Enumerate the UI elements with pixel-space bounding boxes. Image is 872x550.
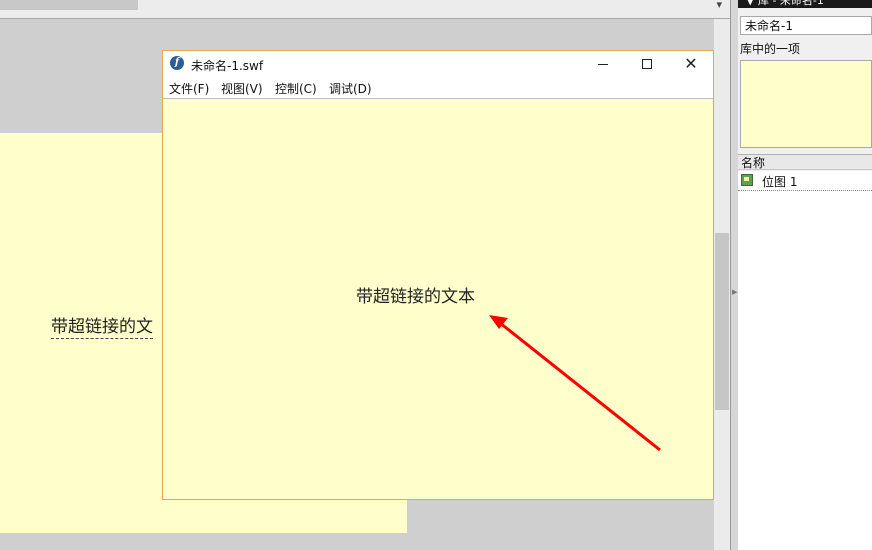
menu-file[interactable]: 文件(F) <box>169 80 209 97</box>
scrollbar-thumb[interactable] <box>715 233 729 410</box>
library-item[interactable]: 位图 1 <box>738 171 872 191</box>
minimize-button[interactable] <box>581 51 625 78</box>
stage-hyperlink-text[interactable]: 带超链接的文 <box>51 316 153 339</box>
library-item-count: 库中的一项 <box>740 42 801 56</box>
library-panel: ▼ 库 - 未命名-1 未命名-1 库中的一项 名称 位图 1 <box>738 0 872 550</box>
maximize-button[interactable] <box>625 51 669 78</box>
menu-control[interactable]: 控制(C) <box>275 80 317 97</box>
library-preview <box>740 60 872 148</box>
close-button[interactable]: ✕ <box>669 51 713 78</box>
menu-debug[interactable]: 调试(D) <box>329 80 372 97</box>
flash-player-icon: f <box>170 56 184 70</box>
library-list: 位图 1 <box>738 171 872 550</box>
library-item-label: 位图 1 <box>762 175 798 189</box>
library-document-select[interactable]: 未命名-1 <box>740 16 872 35</box>
bitmap-icon <box>741 174 753 186</box>
library-column-name[interactable]: 名称 <box>738 154 872 170</box>
collapse-arrow-icon[interactable]: ▶ <box>732 288 737 296</box>
scroll-up-arrow-icon[interactable]: ▾ <box>716 0 722 11</box>
timeline-strip: ▾ <box>0 0 730 19</box>
menu-bar: 文件(F) 视图(V) 控制(C) 调试(D) <box>163 78 713 99</box>
window-title: 未命名-1.swf <box>191 59 264 73</box>
swf-hyperlink-text[interactable]: 带超链接的文本 <box>356 282 475 307</box>
library-panel-title[interactable]: ▼ 库 - 未命名-1 <box>738 0 872 8</box>
menu-view[interactable]: 视图(V) <box>221 80 263 97</box>
timeline-tab[interactable] <box>0 0 138 10</box>
window-titlebar[interactable]: f 未命名-1.swf ✕ <box>163 51 713 78</box>
stage-vertical-scrollbar[interactable] <box>713 19 731 550</box>
swf-player-window: f 未命名-1.swf ✕ 文件(F) 视图(V) 控制(C) 调试(D) 带超… <box>162 50 714 500</box>
